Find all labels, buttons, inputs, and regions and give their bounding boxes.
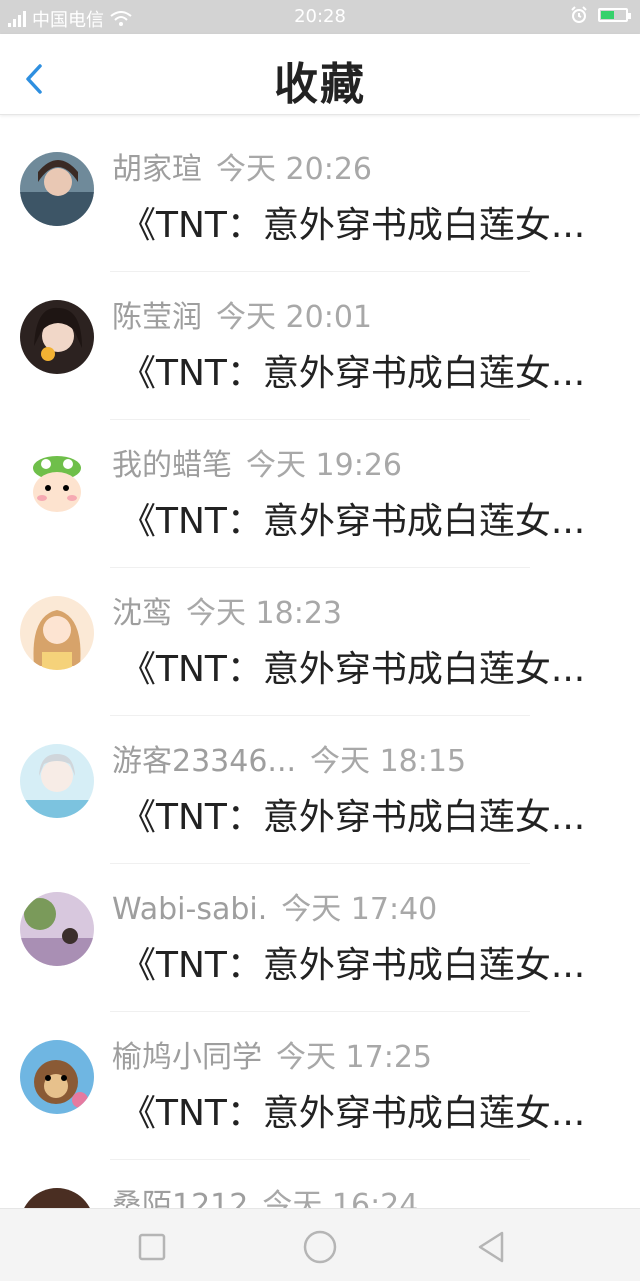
avatar[interactable] [20,1040,94,1114]
name-line: 桑陌1212 今天 16:24 [112,1180,418,1208]
name-line: 陈莹润 今天 20:01 [112,292,372,336]
circle-icon [303,1230,337,1264]
message-preview: 《TNT：意外穿书成白莲女... [120,353,586,394]
square-icon [138,1233,166,1261]
timestamp: 今天 18:15 [310,744,467,779]
name-line: 游客23346... 今天 18:15 [112,736,466,780]
user-name: 桑陌1212 [112,1188,249,1208]
timestamp: 今天 20:01 [216,300,372,335]
name-line: 榆鸠小同学 今天 17:25 [112,1032,432,1076]
avatar[interactable] [20,892,94,966]
message-preview: 《TNT：意外穿书成白莲女... [120,205,586,246]
navigation-bar [0,1208,640,1281]
timestamp: 今天 17:40 [281,892,438,927]
user-name: 我的蜡笔 [112,448,232,483]
recent-apps-button[interactable] [132,1227,172,1267]
avatar[interactable] [20,300,94,374]
avatar[interactable] [20,744,94,818]
message-preview: 《TNT：意外穿书成白莲女... [120,1093,586,1134]
status-right [570,6,631,24]
timestamp: 今天 16:24 [262,1188,419,1208]
message-preview: 《TNT：意外穿书成白莲女... [120,797,586,838]
home-button[interactable] [300,1227,340,1267]
page-title: 收藏 [274,59,366,110]
name-line: 沈鸾 今天 18:23 [112,588,342,632]
message-preview: 《TNT：意外穿书成白莲女... [120,501,586,542]
avatar[interactable] [20,1188,94,1208]
name-line: Wabi-sabi. 今天 17:40 [112,884,437,928]
favorites-list: 胡家瑄 今天 20:26 《TNT：意外穿书成白莲女... 陈莹润 今天 20:01… [0,124,640,1208]
message-preview: 《TNT：意外穿书成白莲女... [120,945,586,986]
favorite-item[interactable]: 游客23346... 今天 18:15 《TNT：意外穿书成白莲女... [0,716,640,864]
favorite-item[interactable]: 榆鸠小同学 今天 17:25 《TNT：意外穿书成白莲女... [0,1012,640,1160]
user-name: Wabi-sabi. [112,892,268,927]
timestamp: 今天 17:25 [276,1040,432,1075]
avatar[interactable] [20,448,94,522]
name-line: 胡家瑄 今天 20:26 [112,144,372,188]
timestamp: 今天 19:26 [246,448,402,483]
alarm-icon [571,6,587,23]
status-time: 20:28 [294,6,346,27]
timestamp: 今天 20:26 [216,152,372,187]
message-preview: 《TNT：意外穿书成白莲女... [120,649,586,690]
back-nav-button[interactable] [472,1227,512,1267]
avatar[interactable] [20,596,94,670]
favorite-item[interactable]: Wabi-sabi. 今天 17:40 《TNT：意外穿书成白莲女... [0,864,640,1012]
user-name: 榆鸠小同学 [112,1040,262,1075]
user-name: 游客23346... [112,744,297,779]
status-bar: 中国电信 20:28 [0,0,640,34]
user-name: 胡家瑄 [112,152,202,187]
favorite-item[interactable]: 我的蜡笔 今天 19:26 《TNT：意外穿书成白莲女... [0,420,640,568]
favorite-item[interactable]: 桑陌1212 今天 16:24 [0,1160,640,1208]
user-name: 沈鸾 [112,596,172,631]
timestamp: 今天 18:23 [186,596,342,631]
triangle-back-icon [478,1231,504,1263]
name-line: 我的蜡笔 今天 19:26 [112,440,402,484]
battery-icon [598,8,631,22]
favorite-item[interactable]: 沈鸾 今天 18:23 《TNT：意外穿书成白莲女... [0,568,640,716]
user-name: 陈莹润 [112,300,202,335]
avatar[interactable] [20,152,94,226]
title-bar: 收藏 [0,34,640,115]
favorite-item[interactable]: 胡家瑄 今天 20:26 《TNT：意外穿书成白莲女... [0,124,640,272]
favorite-item[interactable]: 陈莹润 今天 20:01 《TNT：意外穿书成白莲女... [0,272,640,420]
